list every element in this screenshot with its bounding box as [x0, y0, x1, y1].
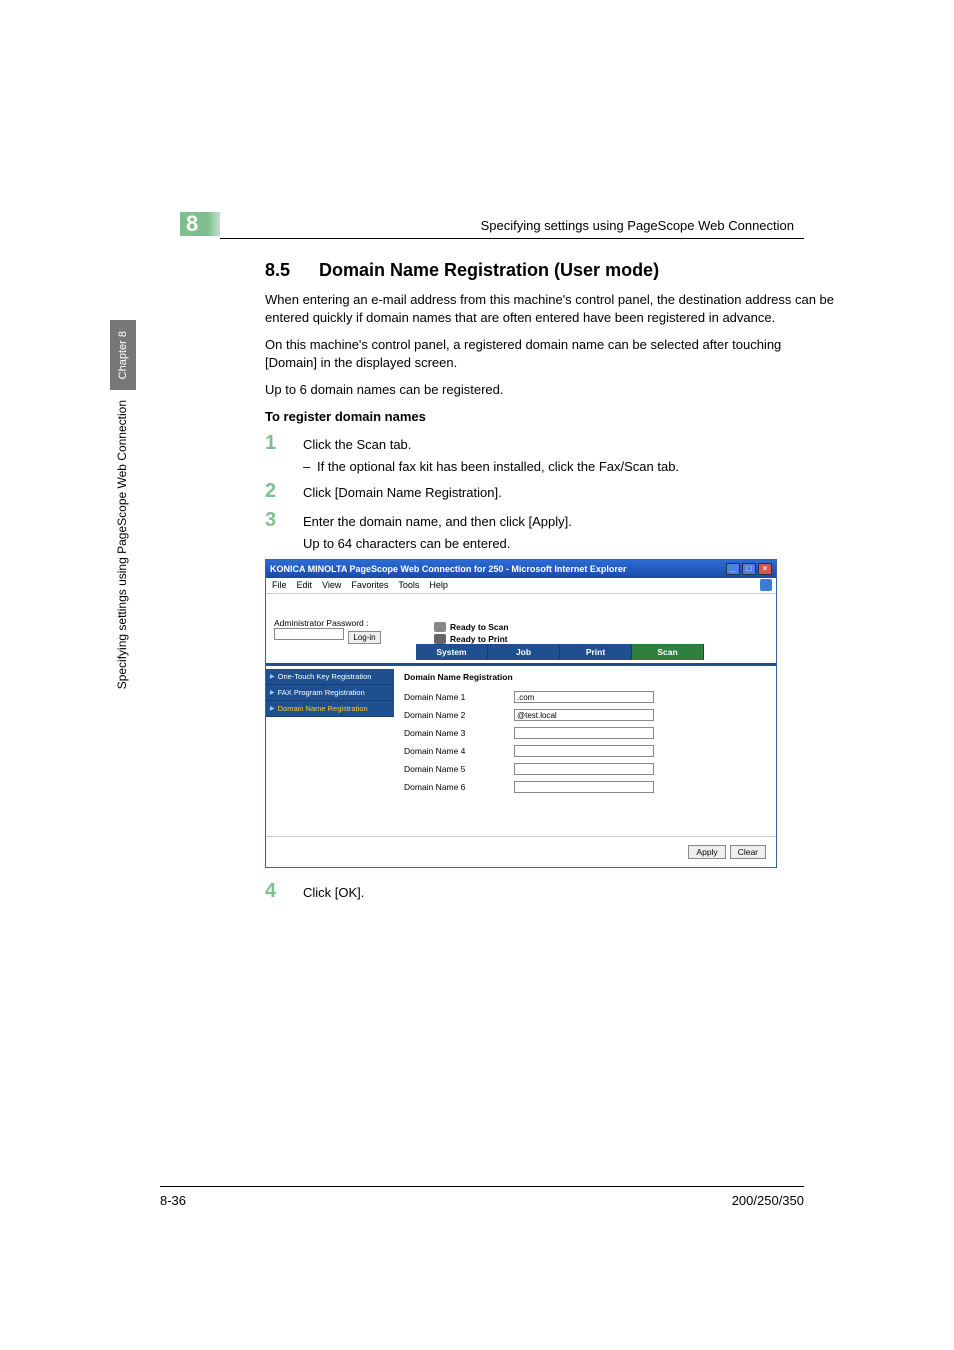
print-status: Ready to Print [450, 634, 508, 644]
step-number: 4 [265, 880, 303, 903]
menu-help[interactable]: Help [429, 580, 448, 590]
domain-label: Domain Name 5 [404, 764, 514, 774]
apply-button[interactable]: Apply [688, 845, 725, 859]
tab-scan[interactable]: Scan [632, 644, 704, 660]
step-text: Enter the domain name, and then click [A… [303, 514, 835, 529]
menu-file[interactable]: File [272, 580, 287, 590]
side-vertical-text: Specifying settings using PageScope Web … [115, 400, 129, 689]
menu-favorites[interactable]: Favorites [351, 580, 388, 590]
table-row: Domain Name 3 [404, 724, 766, 742]
admin-password-input[interactable] [274, 628, 344, 640]
step-subtext: Up to 64 characters can be entered. [303, 536, 835, 551]
table-row: Domain Name 2 @test.local [404, 706, 766, 724]
scan-status: Ready to Scan [450, 622, 509, 632]
sidebar-item-domain-name[interactable]: Domain Name Registration [266, 701, 394, 717]
domain-label: Domain Name 1 [404, 692, 514, 702]
domain-input-1[interactable]: .com [514, 691, 654, 703]
domain-input-4[interactable] [514, 745, 654, 757]
content-title: Domain Name Registration [404, 672, 766, 682]
domain-label: Domain Name 6 [404, 782, 514, 792]
table-row: Domain Name 6 [404, 778, 766, 796]
window-title: KONICA MINOLTA PageScope Web Connection … [270, 564, 626, 574]
paragraph: When entering an e-mail address from thi… [265, 291, 835, 326]
step-row: 2 Click [Domain Name Registration]. [265, 480, 835, 503]
maximize-button[interactable]: □ [742, 563, 756, 575]
print-status-icon [434, 634, 446, 644]
close-button[interactable]: × [758, 563, 772, 575]
footer-rule [160, 1186, 804, 1187]
menu-tools[interactable]: Tools [398, 580, 419, 590]
step-row: 1 Click the Scan tab. [265, 432, 835, 455]
content-area: 8.5 Domain Name Registration (User mode)… [265, 260, 835, 907]
login-button[interactable]: Log-in [348, 631, 380, 644]
step-substep: –If the optional fax kit has been instal… [303, 459, 835, 474]
model-number: 200/250/350 [732, 1193, 804, 1208]
menu-edit[interactable]: Edit [297, 580, 313, 590]
domain-label: Domain Name 2 [404, 710, 514, 720]
running-header: Specifying settings using PageScope Web … [481, 218, 794, 233]
domain-label: Domain Name 3 [404, 728, 514, 738]
window-buttons: _ □ × [726, 563, 772, 575]
tab-system[interactable]: System [416, 644, 488, 660]
paragraph: Up to 6 domain names can be registered. [265, 381, 835, 399]
sidebar: One-Touch Key Registration FAX Program R… [266, 666, 394, 836]
domain-label: Domain Name 4 [404, 746, 514, 756]
scan-status-icon [434, 622, 446, 632]
step-number: 1 [265, 432, 303, 455]
browser-menubar: File Edit View Favorites Tools Help [266, 578, 776, 594]
step-row: 4 Click [OK]. [265, 880, 835, 903]
sidebar-item-one-touch[interactable]: One-Touch Key Registration [266, 669, 394, 685]
clear-button[interactable]: Clear [730, 845, 766, 859]
domain-input-2[interactable]: @test.local [514, 709, 654, 721]
admin-password-label: Administrator Password : [274, 618, 414, 628]
section-title: Domain Name Registration (User mode) [319, 260, 659, 281]
domain-input-6[interactable] [514, 781, 654, 793]
side-tab-label: Chapter 8 [117, 331, 129, 379]
domain-input-3[interactable] [514, 727, 654, 739]
table-row: Domain Name 1 .com [404, 688, 766, 706]
main-tabs: System Job Print Scan [266, 644, 776, 660]
step-row: 3 Enter the domain name, and then click … [265, 509, 835, 532]
window-titlebar: KONICA MINOLTA PageScope Web Connection … [266, 560, 776, 578]
domain-input-5[interactable] [514, 763, 654, 775]
chapter-number: 8 [186, 211, 198, 237]
step-number: 3 [265, 509, 303, 532]
menu-view[interactable]: View [322, 580, 341, 590]
table-row: Domain Name 4 [404, 742, 766, 760]
step-text: Click the Scan tab. [303, 437, 835, 452]
header-rule [220, 238, 804, 239]
table-row: Domain Name 5 [404, 760, 766, 778]
step-text: Click [OK]. [303, 885, 835, 900]
minimize-button[interactable]: _ [726, 563, 740, 575]
sub-heading: To register domain names [265, 409, 835, 424]
content-panel: Domain Name Registration Domain Name 1 .… [394, 666, 776, 836]
side-tab: Chapter 8 [110, 320, 136, 390]
page-number: 8-36 [160, 1193, 186, 1208]
step-number: 2 [265, 480, 303, 503]
section-number: 8.5 [265, 260, 303, 281]
tab-job[interactable]: Job [488, 644, 560, 660]
screenshot-figure: KONICA MINOLTA PageScope Web Connection … [265, 559, 777, 868]
ie-icon [760, 579, 772, 591]
step-text: Click [Domain Name Registration]. [303, 485, 835, 500]
tab-print[interactable]: Print [560, 644, 632, 660]
sidebar-item-fax-program[interactable]: FAX Program Registration [266, 685, 394, 701]
paragraph: On this machine's control panel, a regis… [265, 336, 835, 371]
chapter-badge: 8 [180, 212, 220, 236]
